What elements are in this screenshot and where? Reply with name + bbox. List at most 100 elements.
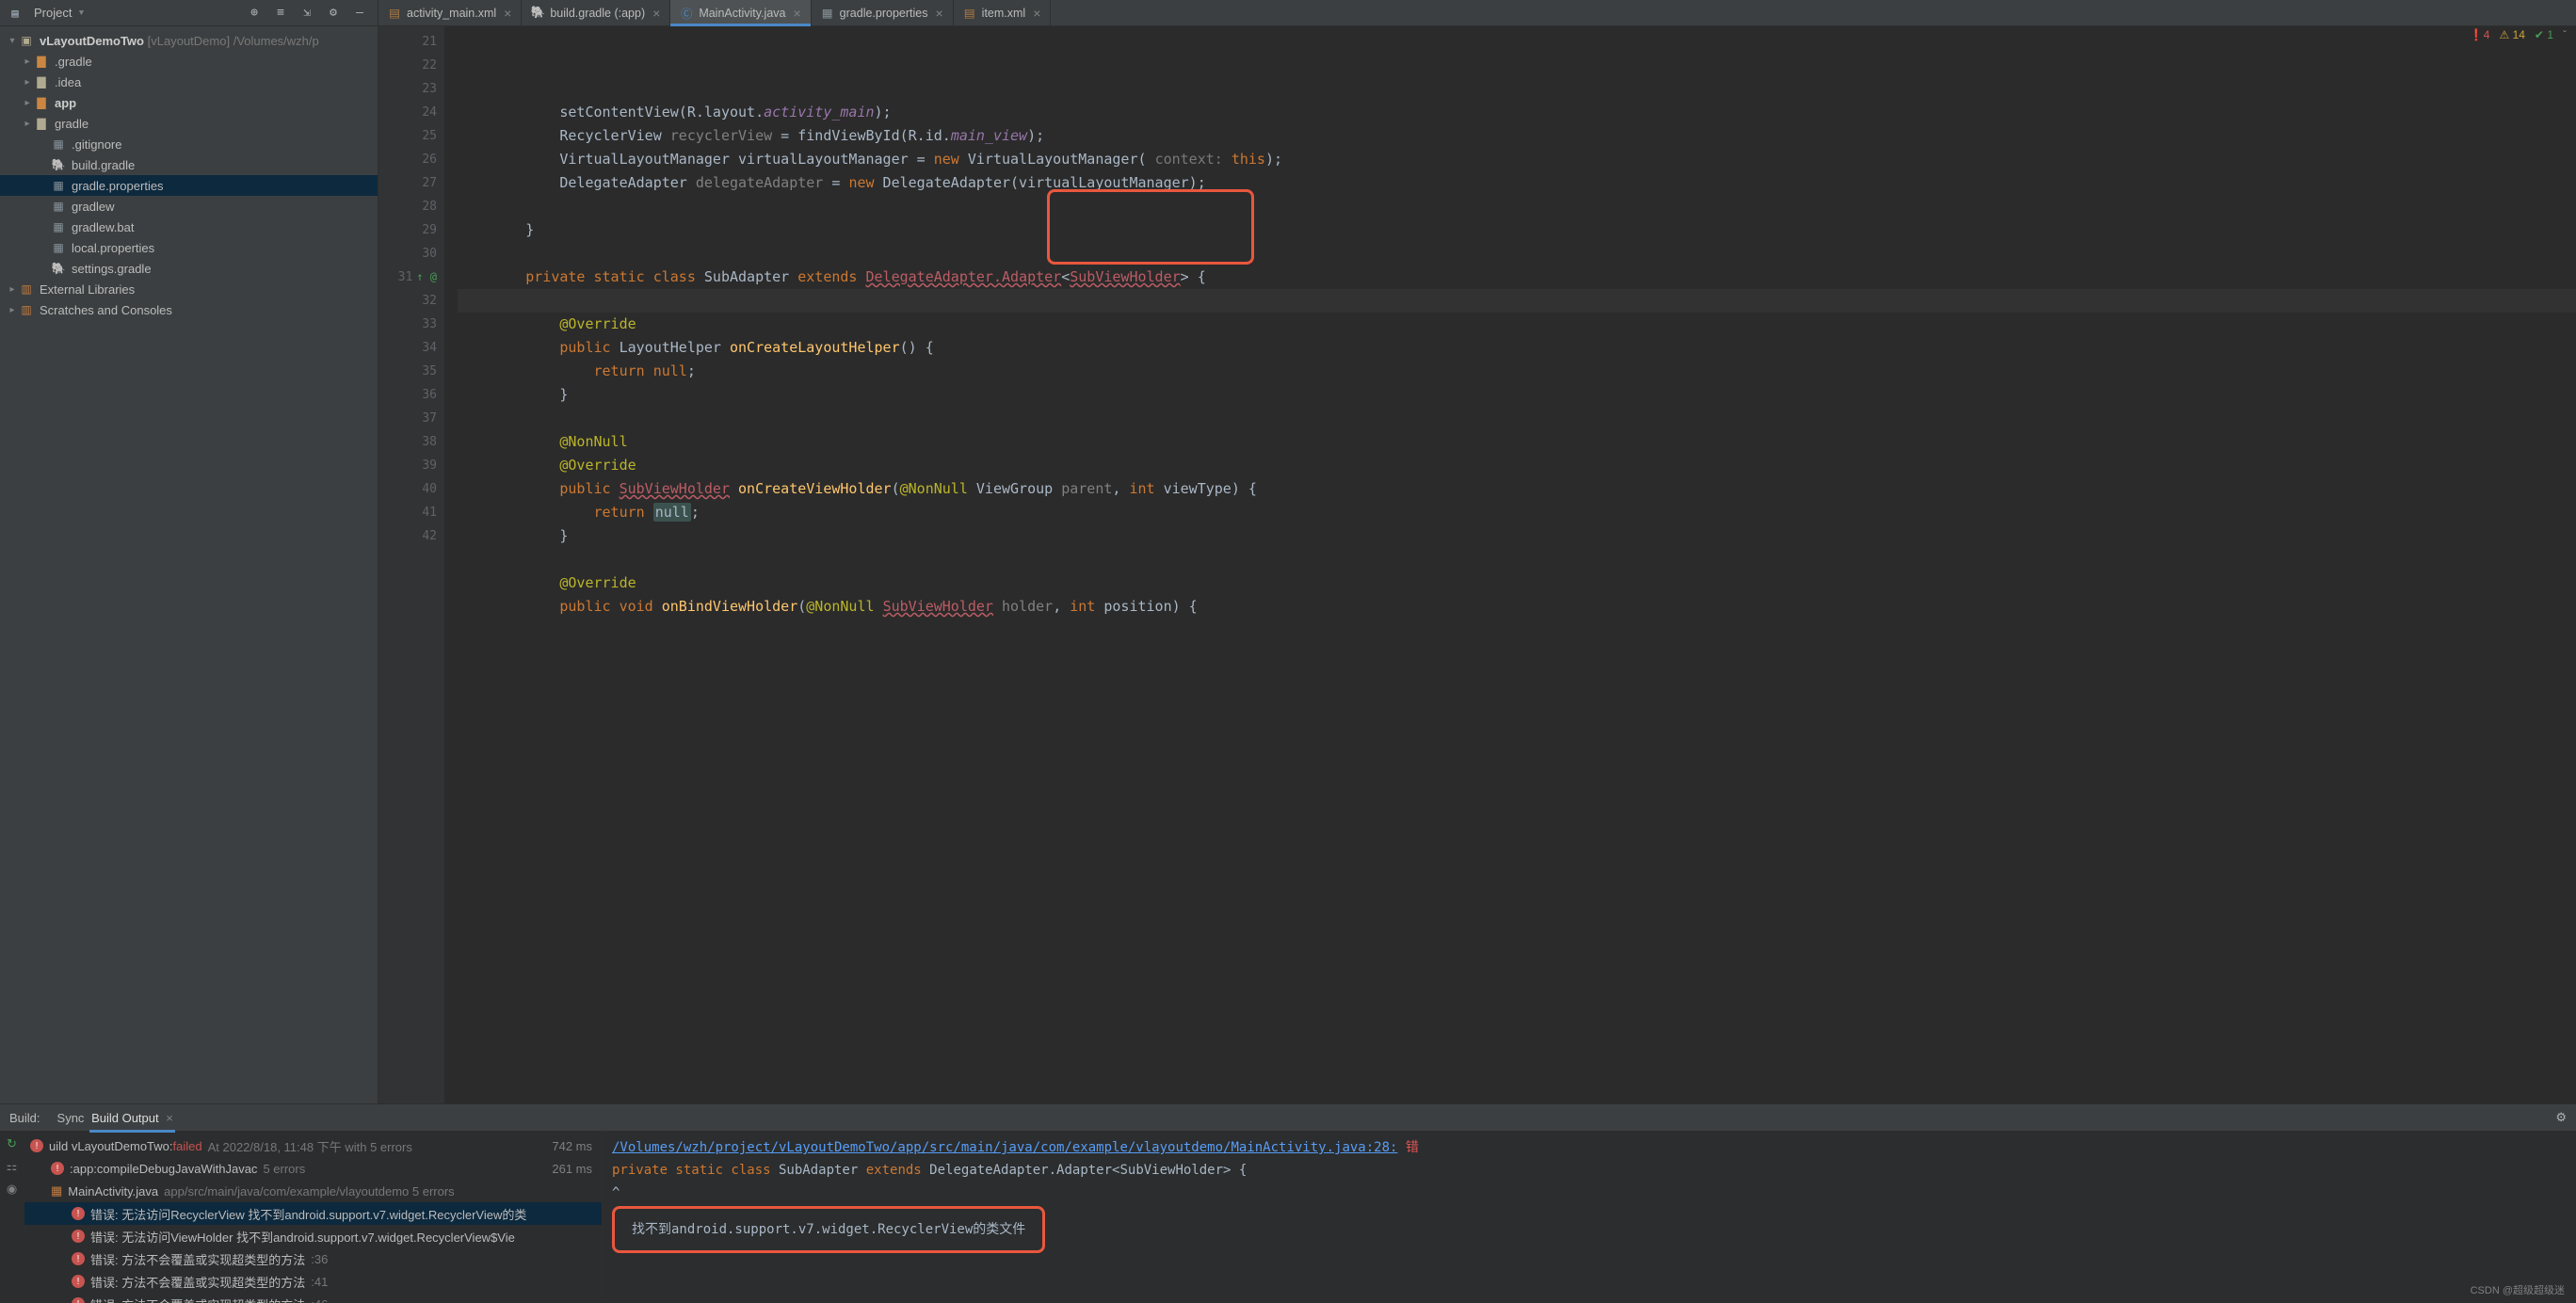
rerun-icon[interactable]: ↻ — [5, 1136, 20, 1151]
chevron-right-icon[interactable]: ▸ — [21, 98, 34, 108]
gutter-line[interactable]: 38 — [378, 430, 437, 454]
tree-item-gradle.properties[interactable]: ▦gradle.properties — [0, 175, 378, 196]
code-line[interactable]: public LayoutHelper onCreateLayoutHelper… — [458, 336, 2576, 360]
chevron-right-icon[interactable]: ▸ — [21, 119, 34, 129]
editor-tab-gradle-properties[interactable]: ▦gradle.properties× — [812, 0, 954, 25]
code-line[interactable] — [458, 548, 2576, 571]
expand-icon[interactable]: ⇲ — [297, 3, 317, 24]
build-tree[interactable]: !uild vLayoutDemoTwo: failedAt 2022/8/18… — [24, 1131, 603, 1303]
gutter-line[interactable]: 25 — [378, 124, 437, 148]
gutter-line[interactable]: 23 — [378, 77, 437, 101]
code-line[interactable]: DelegateAdapter delegateAdapter = new De… — [458, 171, 2576, 195]
inspection-dropdown-icon[interactable]: ˇ — [2563, 28, 2567, 41]
gutter-line[interactable]: 32 — [378, 289, 437, 313]
code-line[interactable] — [458, 242, 2576, 265]
build-tree-row[interactable]: !错误: 方法不会覆盖或实现超类型的方法:41 — [24, 1270, 602, 1293]
tree-item-build.gradle[interactable]: 🐘build.gradle — [0, 154, 378, 175]
tree-item-gradle[interactable]: ▸▇gradle — [0, 113, 378, 134]
gutter-line[interactable]: 30 — [378, 242, 437, 265]
code-line[interactable]: return null; — [458, 360, 2576, 383]
code-line[interactable] — [458, 289, 2576, 313]
code-line[interactable]: public void onBindViewHolder(@NonNull Su… — [458, 595, 2576, 619]
show-icon[interactable]: ◉ — [5, 1182, 20, 1197]
editor-tab-item-xml[interactable]: ▤item.xml× — [954, 0, 1052, 25]
build-tree-row[interactable]: !错误: 无法访问ViewHolder 找不到android.support.v… — [24, 1225, 602, 1247]
code-line[interactable] — [458, 195, 2576, 218]
code-line[interactable]: private static class SubAdapter extends … — [458, 265, 2576, 289]
chevron-right-icon[interactable]: ▸ — [21, 77, 34, 88]
gutter-line[interactable]: 34 — [378, 336, 437, 360]
code-line[interactable]: @NonNull — [458, 430, 2576, 454]
code-line[interactable]: return null; — [458, 501, 2576, 524]
close-icon[interactable]: × — [166, 1111, 173, 1125]
code-line[interactable]: @Override — [458, 571, 2576, 595]
tree-item-settings.gradle[interactable]: 🐘settings.gradle — [0, 258, 378, 279]
gutter-line[interactable]: 39 — [378, 454, 437, 477]
code-line[interactable]: public SubViewHolder onCreateViewHolder(… — [458, 477, 2576, 501]
tree-item-External-Libraries[interactable]: ▸▥External Libraries — [0, 279, 378, 299]
gutter-line[interactable]: 31↑ @ — [378, 265, 437, 289]
chevron-right-icon[interactable]: ▸ — [21, 56, 34, 67]
build-tree-row[interactable]: !错误: 无法访问RecyclerView 找不到android.support… — [24, 1202, 602, 1225]
code-line[interactable] — [458, 407, 2576, 430]
code-line[interactable]: setContentView(R.layout.activity_main); — [458, 101, 2576, 124]
tree-item-.gradle[interactable]: ▸▇.gradle — [0, 51, 378, 72]
tree-item-gradlew[interactable]: ▦gradlew — [0, 196, 378, 217]
close-icon[interactable]: × — [1033, 6, 1040, 21]
gutter-line[interactable]: 24 — [378, 101, 437, 124]
locate-icon[interactable]: ⊕ — [244, 3, 265, 24]
gutter-line[interactable]: 41 — [378, 501, 437, 524]
gutter-marker-icon[interactable]: ↑ @ — [416, 265, 437, 289]
gutter-line[interactable]: 36 — [378, 383, 437, 407]
tree-item-.idea[interactable]: ▸▇.idea — [0, 72, 378, 92]
code-line[interactable]: VirtualLayoutManager virtualLayoutManage… — [458, 148, 2576, 171]
close-icon[interactable]: × — [504, 6, 511, 21]
gutter-line[interactable]: 42 — [378, 524, 437, 548]
collapse-icon[interactable]: ≡ — [270, 3, 291, 24]
gear-icon[interactable]: ⚙ — [2555, 1110, 2567, 1125]
gutter-line[interactable]: 26 — [378, 148, 437, 171]
editor-tab-build-gradle-app-[interactable]: 🐘build.gradle (:app)× — [522, 0, 670, 25]
code-line[interactable]: } — [458, 218, 2576, 242]
project-tree[interactable]: ▾ ▣ vLayoutDemoTwo [[vLayoutDemo]vLayout… — [0, 26, 378, 324]
tree-item-gradlew.bat[interactable]: ▦gradlew.bat — [0, 217, 378, 237]
gutter-line[interactable]: 40 — [378, 477, 437, 501]
tree-item-Scratches-and-Consoles[interactable]: ▸▥Scratches and Consoles — [0, 299, 378, 320]
code-line[interactable]: } — [458, 524, 2576, 548]
editor-tab-activity_main-xml[interactable]: ▤activity_main.xml× — [378, 0, 522, 25]
hide-icon[interactable]: — — [349, 3, 370, 24]
gutter[interactable]: 2122232425262728293031↑ @323334353637383… — [378, 26, 444, 1103]
build-tree-row[interactable]: !错误: 方法不会覆盖或实现超类型的方法:36 — [24, 1247, 602, 1270]
code-line[interactable]: } — [458, 383, 2576, 407]
close-icon[interactable]: × — [652, 6, 660, 21]
error-file-link[interactable]: /Volumes/wzh/project/vLayoutDemoTwo/app/… — [612, 1140, 1397, 1155]
build-tab-Sync[interactable]: Sync — [56, 1107, 87, 1129]
code-line[interactable]: @Override — [458, 313, 2576, 336]
build-tree-row[interactable]: !错误: 方法不会覆盖或实现超类型的方法:46 — [24, 1293, 602, 1303]
code-line[interactable]: RecyclerView recyclerView = findViewById… — [458, 124, 2576, 148]
chevron-right-icon[interactable]: ▸ — [6, 305, 19, 315]
build-tab-Build-Output[interactable]: Build Output × — [89, 1107, 175, 1129]
ok-count[interactable]: ✔ 1 — [2535, 28, 2553, 41]
settings-icon[interactable]: ⚙ — [323, 3, 344, 24]
chevron-right-icon[interactable]: ▸ — [6, 284, 19, 295]
build-output[interactable]: /Volumes/wzh/project/vLayoutDemoTwo/app/… — [603, 1131, 2576, 1303]
gutter-line[interactable]: 29 — [378, 218, 437, 242]
error-count[interactable]: ❗4 — [2470, 28, 2490, 41]
close-icon[interactable]: × — [935, 6, 942, 21]
editor-tab-MainActivity-java[interactable]: ⒸMainActivity.java× — [670, 0, 811, 25]
filter-icon[interactable]: ⚏ — [5, 1159, 20, 1174]
gutter-line[interactable]: 37 — [378, 407, 437, 430]
tree-root[interactable]: ▾ ▣ vLayoutDemoTwo [[vLayoutDemo]vLayout… — [0, 30, 378, 51]
inspection-widget[interactable]: ❗4 ⚠ 14 ✔ 1 ˇ — [2470, 28, 2567, 41]
dropdown-icon[interactable]: ▾ — [77, 6, 85, 20]
tree-item-local.properties[interactable]: ▦local.properties — [0, 237, 378, 258]
tree-item-.gitignore[interactable]: ▦.gitignore — [0, 134, 378, 154]
gutter-line[interactable]: 22 — [378, 54, 437, 77]
gutter-line[interactable]: 35 — [378, 360, 437, 383]
gutter-line[interactable]: 28 — [378, 195, 437, 218]
tree-item-app[interactable]: ▸▇app — [0, 92, 378, 113]
gutter-line[interactable]: 27 — [378, 171, 437, 195]
gutter-line[interactable]: 21 — [378, 30, 437, 54]
build-tree-row[interactable]: !:app:compileDebugJavaWithJavac5 errors2… — [24, 1157, 602, 1180]
